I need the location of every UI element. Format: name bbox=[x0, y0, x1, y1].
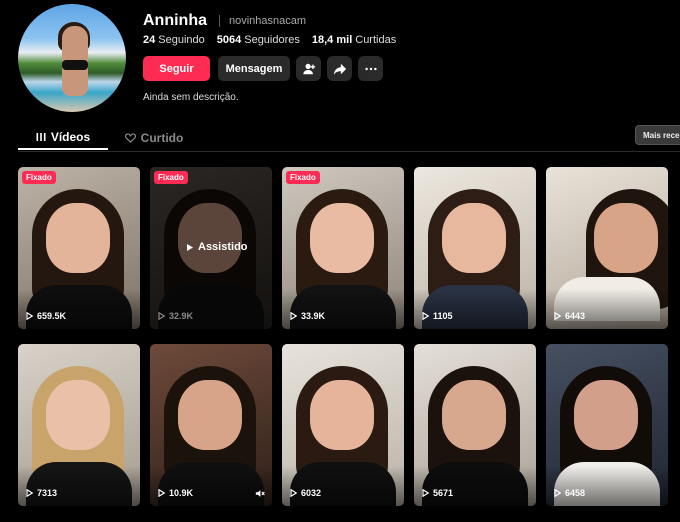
profile-bio: Ainda sem descrição. bbox=[143, 92, 239, 103]
play-icon bbox=[422, 489, 429, 497]
watched-label: Assistido bbox=[186, 241, 248, 253]
following-stat[interactable]: 24 Seguindo bbox=[143, 34, 205, 46]
followers-label: Seguidores bbox=[244, 34, 300, 46]
view-count-label: 7313 bbox=[37, 488, 58, 498]
sort-chip[interactable]: Mais recentes bbox=[635, 125, 680, 145]
more-dots-icon bbox=[364, 67, 377, 70]
profile-avatar[interactable] bbox=[18, 4, 126, 112]
play-icon bbox=[158, 312, 165, 320]
view-count-label: 6032 bbox=[301, 488, 322, 498]
view-count: 659.5K bbox=[26, 311, 66, 321]
avatar-swimsuit bbox=[62, 60, 88, 70]
pinned-badge: Fixado bbox=[154, 171, 188, 184]
profile-actions: Seguir Mensagem bbox=[143, 56, 389, 81]
play-icon bbox=[26, 312, 33, 320]
likes-stat: 18,4 mil Curtidas bbox=[312, 34, 396, 46]
view-count-label: 659.5K bbox=[37, 311, 67, 321]
pinned-badge: Fixado bbox=[286, 171, 320, 184]
video-card[interactable]: 10.9K bbox=[150, 344, 272, 506]
watched-text: Assistido bbox=[198, 241, 248, 253]
play-icon bbox=[554, 489, 561, 497]
following-label: Seguindo bbox=[158, 34, 205, 46]
tab-liked-label: Curtido bbox=[140, 131, 184, 145]
video-card[interactable]: Fixado 33.9K bbox=[282, 167, 404, 329]
view-count: 6458 bbox=[554, 488, 585, 498]
tab-videos-label: Vídeos bbox=[50, 130, 91, 144]
view-count-label: 1105 bbox=[433, 311, 453, 321]
view-count-label: 5671 bbox=[433, 488, 454, 498]
heart-outline-icon bbox=[124, 133, 136, 143]
add-person-icon bbox=[302, 63, 315, 74]
video-card[interactable]: Fixado Assistido 32.9K bbox=[150, 167, 272, 329]
view-count: 33.9K bbox=[290, 311, 325, 321]
follow-button[interactable]: Seguir bbox=[143, 56, 210, 81]
view-count-label: 6443 bbox=[565, 311, 586, 321]
tabs-divider bbox=[18, 151, 680, 152]
video-card[interactable]: 6458 bbox=[546, 344, 668, 506]
more-options-button[interactable] bbox=[358, 56, 383, 81]
likes-label: Curtidas bbox=[355, 34, 397, 46]
followers-count: 5064 bbox=[216, 34, 242, 46]
display-name: Anninha bbox=[143, 12, 207, 29]
tab-videos[interactable]: Vídeos bbox=[18, 126, 108, 150]
tab-liked[interactable]: Curtido bbox=[109, 126, 199, 150]
username: novinhasnacam bbox=[229, 15, 307, 27]
view-count-label: 32.9K bbox=[169, 311, 194, 321]
video-card[interactable]: 5671 bbox=[414, 344, 536, 506]
play-icon bbox=[26, 489, 33, 497]
profile-name-row: Anninha novinhasnacam bbox=[143, 12, 306, 30]
likes-count: 18,4 mil bbox=[311, 34, 353, 46]
pinned-badge: Fixado bbox=[22, 171, 56, 184]
play-icon bbox=[290, 312, 297, 320]
video-card[interactable]: 7313 bbox=[18, 344, 140, 506]
share-arrow-icon bbox=[333, 63, 346, 75]
play-icon bbox=[554, 312, 561, 320]
play-icon bbox=[290, 489, 297, 497]
share-button[interactable] bbox=[327, 56, 352, 81]
video-card[interactable]: 1105 bbox=[414, 167, 536, 329]
view-count-label: 6458 bbox=[565, 488, 586, 498]
view-count-label: 10.9K bbox=[169, 488, 194, 498]
following-count: 24 bbox=[143, 34, 156, 46]
grid-lines-icon bbox=[36, 133, 46, 141]
view-count: 6443 bbox=[554, 311, 585, 321]
view-count: 5671 bbox=[422, 488, 453, 498]
view-count: 6032 bbox=[290, 488, 321, 498]
play-icon bbox=[422, 312, 429, 320]
view-count: 7313 bbox=[26, 488, 57, 498]
play-icon bbox=[158, 489, 165, 497]
add-friend-button[interactable] bbox=[296, 56, 321, 81]
view-count: 1105 bbox=[422, 311, 453, 321]
name-separator bbox=[219, 15, 220, 27]
message-button[interactable]: Mensagem bbox=[218, 56, 290, 81]
video-card[interactable]: 6032 bbox=[282, 344, 404, 506]
video-card[interactable]: 6443 bbox=[546, 167, 668, 329]
play-icon bbox=[187, 243, 193, 251]
muted-speaker-icon bbox=[255, 490, 265, 497]
video-card[interactable]: Fixado 659.5K bbox=[18, 167, 140, 329]
followers-stat[interactable]: 5064 Seguidores bbox=[217, 34, 300, 46]
view-count: 10.9K bbox=[158, 488, 193, 498]
profile-stats: 24 Seguindo 5064 Seguidores 18,4 mil Curtid… bbox=[143, 34, 408, 46]
profile-tabs: Vídeos Curtido bbox=[18, 126, 200, 150]
view-count-label: 33.9K bbox=[301, 311, 326, 321]
view-count: 32.9K bbox=[158, 311, 193, 321]
